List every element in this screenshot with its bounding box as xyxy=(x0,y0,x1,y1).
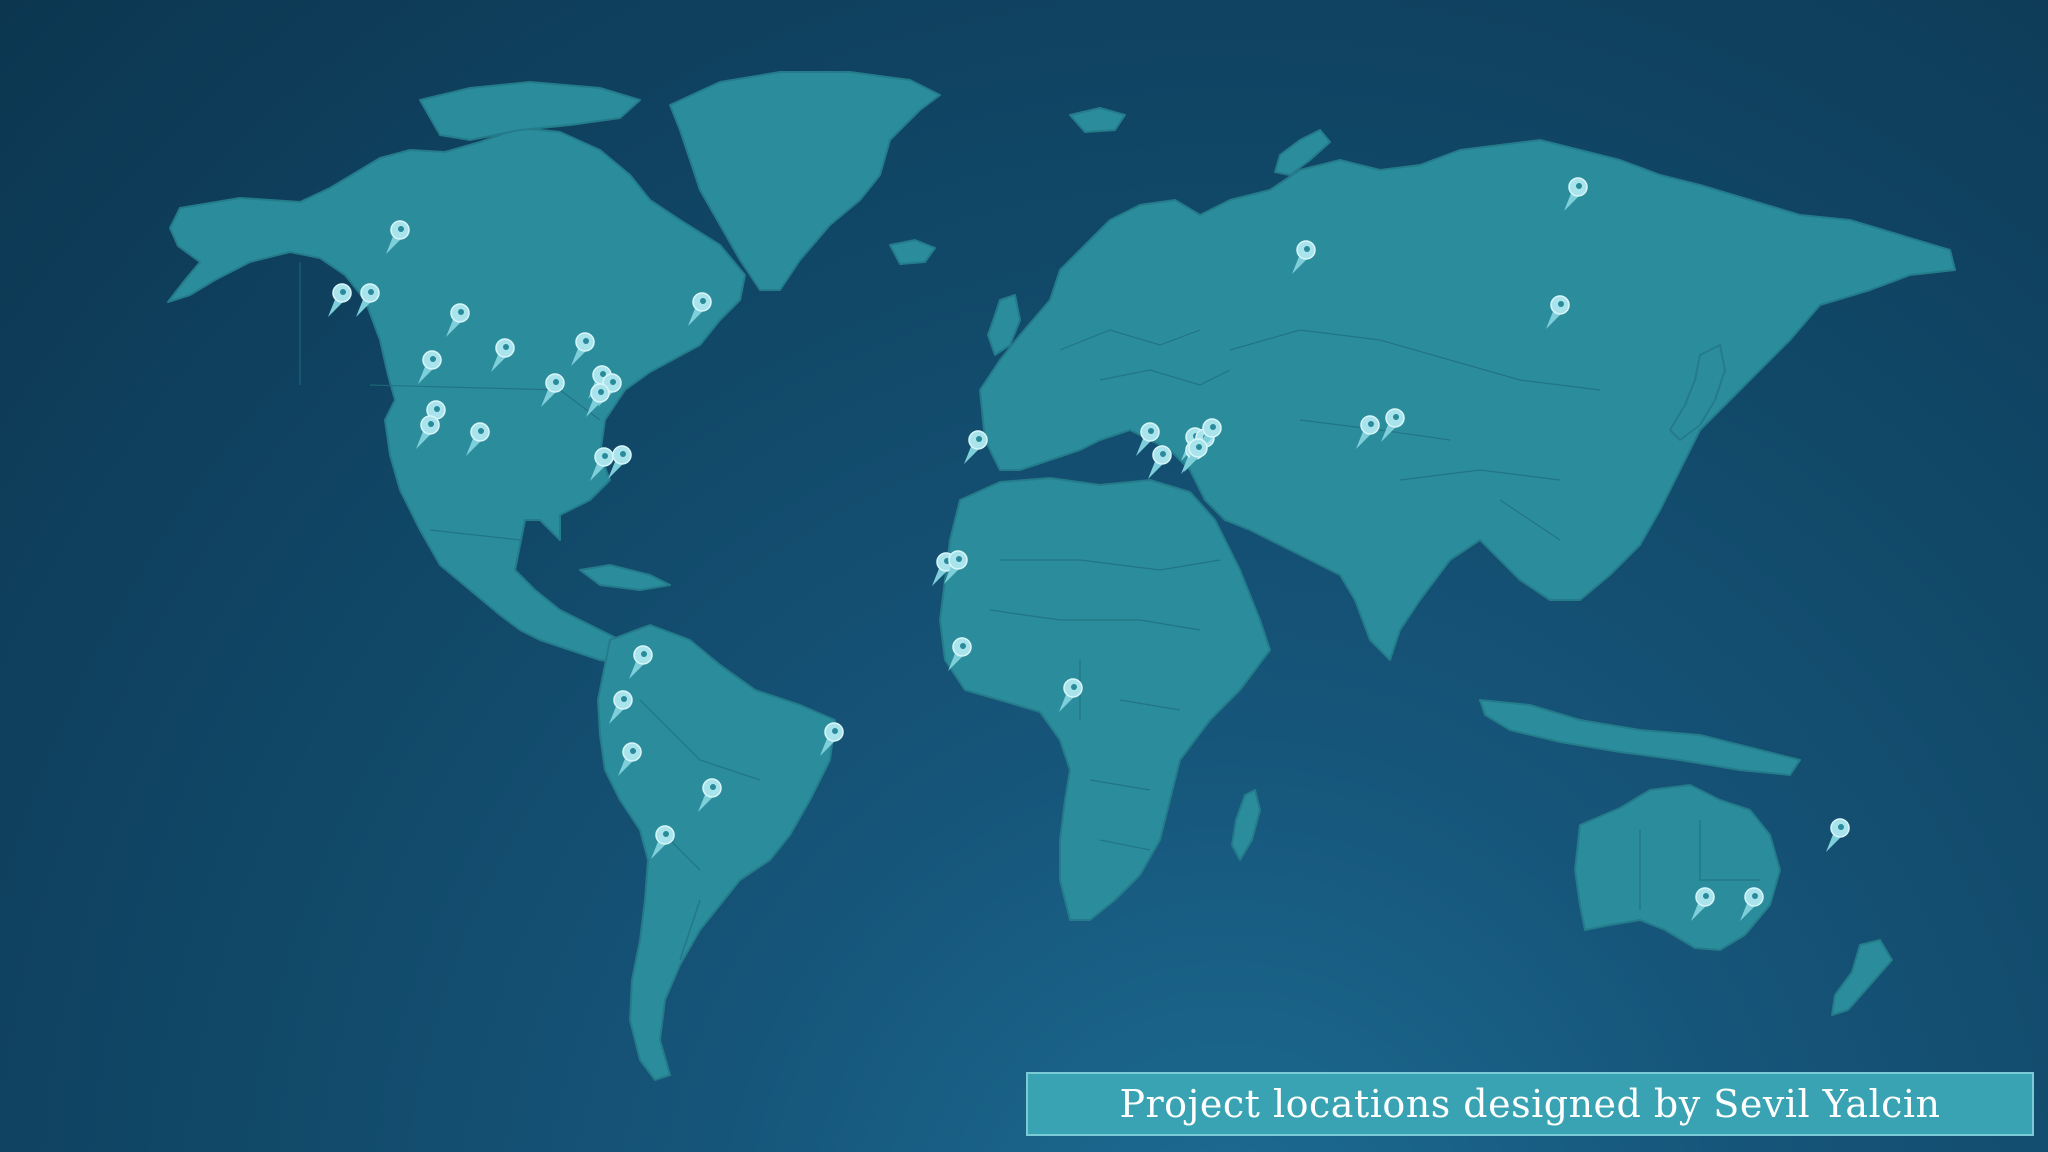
map-pin-icon[interactable] xyxy=(1826,818,1850,852)
landmasses xyxy=(167,71,1956,1081)
map-pin-icon[interactable] xyxy=(964,430,988,464)
svalbard-landmass xyxy=(1069,107,1126,133)
new-zealand-landmass xyxy=(1831,939,1893,1016)
south-america-landmass xyxy=(597,624,836,1081)
caption-banner: Project locations designed by Sevil Yalc… xyxy=(1026,1072,2034,1136)
caption-text: Project locations designed by Sevil Yalc… xyxy=(1119,1082,1941,1126)
indonesia-landmass xyxy=(1479,699,1801,776)
caribbean-landmass xyxy=(579,564,671,591)
australia-landmass xyxy=(1574,784,1781,951)
africa-landmass xyxy=(939,477,1271,921)
world-map xyxy=(167,71,1956,1081)
iceland-landmass xyxy=(889,239,936,265)
madagascar-landmass xyxy=(1231,789,1261,861)
map-pin-icon[interactable] xyxy=(328,283,352,317)
map-pin-icon[interactable] xyxy=(1148,445,1172,479)
